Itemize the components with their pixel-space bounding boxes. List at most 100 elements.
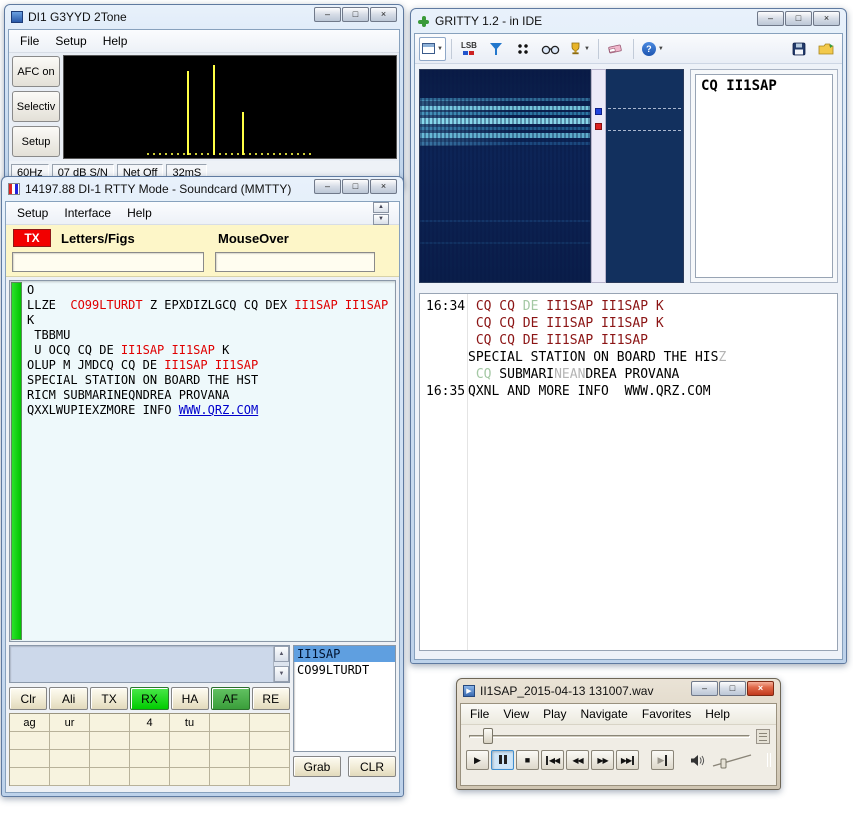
menu-file[interactable]: File <box>463 705 496 723</box>
rewind-button[interactable]: ◀◀ <box>566 750 589 770</box>
minimize-button[interactable]: – <box>691 681 718 696</box>
macro-cell[interactable] <box>170 768 210 786</box>
macro-cell[interactable] <box>210 768 250 786</box>
close-button[interactable]: × <box>813 11 840 26</box>
cq-callsign-text[interactable]: CQ II1SAP <box>695 74 833 278</box>
ha-button[interactable]: HA <box>171 687 209 710</box>
spinner-up-icon[interactable]: ▲ <box>373 202 389 213</box>
callsign-listbox[interactable]: II1SAP CO99LTURDT <box>293 645 396 752</box>
tuning-panel[interactable] <box>606 69 684 283</box>
macro-cell[interactable] <box>10 750 50 768</box>
waterfall-display[interactable] <box>419 69 591 283</box>
menu-play[interactable]: Play <box>536 705 573 723</box>
afc-button[interactable] <box>484 37 508 61</box>
macro-cell[interactable]: 4 <box>130 714 170 732</box>
stop-button[interactable]: ■ <box>516 750 539 770</box>
macro-cell[interactable] <box>130 732 170 750</box>
mmtty-titlebar[interactable]: 14197.88 DI-1 RTTY Mode - Soundcard (MMT… <box>5 177 400 201</box>
clr-list-button[interactable]: CLR <box>348 756 396 777</box>
seek-slider-track[interactable] <box>469 735 750 738</box>
macro-cell[interactable] <box>250 750 290 768</box>
spectrum-display[interactable] <box>63 55 397 159</box>
open-folder-button[interactable] <box>814 37 838 61</box>
awards-button[interactable]: ▼ <box>566 37 593 61</box>
ali-button[interactable]: Ali <box>49 687 87 710</box>
letters-figs-input[interactable] <box>12 252 204 272</box>
pause-button[interactable] <box>491 750 514 770</box>
menu-setup[interactable]: Setup <box>9 203 56 223</box>
macro-cell[interactable] <box>90 714 130 732</box>
macro-cell[interactable] <box>250 732 290 750</box>
close-button[interactable]: × <box>370 179 397 194</box>
macro-cell[interactable] <box>250 768 290 786</box>
maximize-button[interactable]: □ <box>342 179 369 194</box>
menu-favorites[interactable]: Favorites <box>635 705 698 723</box>
macro-cell[interactable]: ag <box>10 714 50 732</box>
frequency-scale-strip[interactable] <box>591 69 606 283</box>
tx-indicator[interactable]: TX <box>13 229 51 247</box>
menu-file[interactable]: File <box>12 31 47 51</box>
macro-cell[interactable] <box>130 750 170 768</box>
rx-display-area[interactable]: OLLZE CO99LTURDT Z EPXDIZLGCQ CQ DEX II1… <box>9 280 396 642</box>
af-button[interactable]: AF <box>211 687 249 710</box>
maximize-button[interactable]: □ <box>342 7 369 22</box>
close-button[interactable]: × <box>747 681 774 696</box>
seek-slider-thumb[interactable] <box>483 728 493 744</box>
macro-cell[interactable] <box>50 768 90 786</box>
menu-setup[interactable]: Setup <box>47 31 94 51</box>
grab-button[interactable]: Grab <box>293 756 341 777</box>
skip-end-button[interactable]: ▶▶ <box>616 750 639 770</box>
menu-interface[interactable]: Interface <box>56 203 119 223</box>
rx-button[interactable]: RX <box>130 687 168 710</box>
menu-help[interactable]: Help <box>95 31 136 51</box>
snr-button[interactable] <box>511 37 535 61</box>
mouseover-input[interactable] <box>215 252 375 272</box>
tx-buffer-scrollbar[interactable]: ▲ ▼ <box>273 646 289 682</box>
tx-buffer-field[interactable]: ▲ ▼ <box>9 645 290 683</box>
resize-grip[interactable] <box>767 751 771 769</box>
macro-cell[interactable] <box>170 750 210 768</box>
menu-view[interactable]: View <box>496 705 536 723</box>
setup-button[interactable]: Setup <box>12 126 60 157</box>
spinner-down-icon[interactable]: ▼ <box>373 214 389 225</box>
gritty-decode-panel[interactable]: 16:34 CQ CQ DE II1SAP II1SAP K CQ CQ DE … <box>419 293 838 651</box>
seek-spinner[interactable] <box>756 729 770 744</box>
clr-button[interactable]: Clr <box>9 687 47 710</box>
gritty-titlebar[interactable]: GRITTY 1.2 - in IDE – □ × <box>414 9 843 33</box>
macro-cell[interactable] <box>50 732 90 750</box>
scroll-down-icon[interactable]: ▼ <box>274 666 289 682</box>
macro-cell[interactable] <box>90 768 130 786</box>
clear-screen-button[interactable] <box>604 37 628 61</box>
tx-button[interactable]: TX <box>90 687 128 710</box>
menu-help[interactable]: Help <box>119 203 160 223</box>
afc-on-button[interactable]: AFC on <box>12 56 60 87</box>
menu-help[interactable]: Help <box>698 705 737 723</box>
play-button[interactable]: ▶ <box>466 750 489 770</box>
minimize-button[interactable]: – <box>314 179 341 194</box>
twotone-titlebar[interactable]: DI1 G3YYD 2Tone – □ × <box>8 5 400 29</box>
macro-cell[interactable] <box>210 714 250 732</box>
macro-cell[interactable]: ur <box>50 714 90 732</box>
macro-cell[interactable] <box>170 732 210 750</box>
mute-button[interactable] <box>686 750 709 770</box>
selectivity-button[interactable]: Selectiv <box>12 91 60 122</box>
browse-decodes-button[interactable] <box>538 37 563 61</box>
save-button[interactable] <box>787 37 811 61</box>
macro-cell[interactable] <box>250 714 290 732</box>
volume-slider[interactable] <box>711 751 755 769</box>
menu-navigate[interactable]: Navigate <box>573 705 634 723</box>
callsign-item[interactable]: CO99LTURDT <box>294 662 395 678</box>
macro-cell[interactable] <box>10 732 50 750</box>
macro-cell[interactable] <box>210 732 250 750</box>
macro-cell[interactable] <box>90 750 130 768</box>
step-button[interactable]: ▶ <box>651 750 674 770</box>
fast-forward-button[interactable]: ▶▶ <box>591 750 614 770</box>
band-map-button[interactable]: ▼ <box>419 37 446 61</box>
scroll-up-icon[interactable]: ▲ <box>274 646 289 662</box>
macro-cell[interactable] <box>130 768 170 786</box>
mode-lsb-button[interactable]: LSB <box>457 37 481 61</box>
help-button[interactable]: ? ▼ <box>639 37 667 61</box>
macro-cell[interactable] <box>90 732 130 750</box>
close-button[interactable]: × <box>370 7 397 22</box>
maximize-button[interactable]: □ <box>785 11 812 26</box>
